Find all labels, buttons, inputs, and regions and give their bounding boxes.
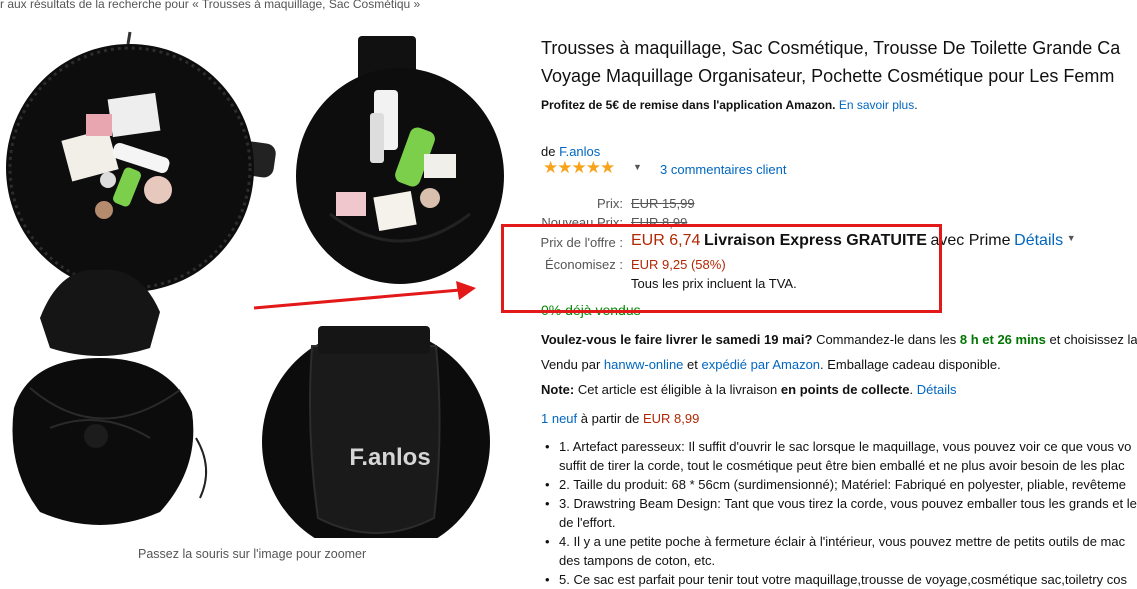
brand-link[interactable]: F.anlos bbox=[559, 144, 600, 159]
bullet-item: 3. Drawstring Beam Design: Tant que vous… bbox=[541, 494, 1137, 513]
star-icon: ★ bbox=[543, 158, 558, 177]
bullet-item-continuation: des tampons de coton, etc. bbox=[559, 553, 716, 568]
star-icon: ★ bbox=[571, 158, 587, 177]
bullet-item: 1. Artefact paresseux: Il suffit d'ouvri… bbox=[541, 437, 1137, 456]
list-price-value: EUR 15,99 bbox=[631, 196, 695, 211]
star-icon: ★ bbox=[600, 158, 615, 177]
seller-link[interactable]: hanww-online bbox=[604, 357, 684, 372]
star-icon: ★ bbox=[557, 158, 572, 177]
brand-byline: de F.anlos bbox=[541, 144, 600, 159]
other-offers: 1 neuf à partir de EUR 8,99 bbox=[541, 411, 699, 426]
caret-down-icon[interactable]: ▼ bbox=[1067, 233, 1076, 243]
seller-info: Vendu par hanww-online et expédié par Am… bbox=[541, 357, 1001, 372]
bullet-item-continuation: suffit de tirer la corde, tout le cosmét… bbox=[559, 458, 1125, 473]
delivery-order-prefix: Commandez-le dans les bbox=[816, 332, 957, 347]
star-rating[interactable]: ★★★★★ bbox=[543, 158, 615, 178]
pickup-bold: en points de collecte bbox=[780, 382, 910, 397]
product-title: Trousses à maquillage, Sac Cosmétique, T… bbox=[541, 34, 1120, 90]
bullet-item: 4. Il y a une petite poche à fermeture é… bbox=[541, 532, 1137, 551]
bag-open-image bbox=[6, 31, 276, 292]
app-promo: Profitez de 5€ de remise dans l'applicat… bbox=[541, 98, 918, 112]
rating-dropdown-icon[interactable]: ▼ bbox=[633, 162, 642, 172]
zoom-hint: Passez la souris sur l'image pour zoomer bbox=[138, 547, 367, 561]
promo-end: . bbox=[914, 98, 918, 112]
offers-from-price: EUR 8,99 bbox=[642, 411, 700, 426]
gift-wrap-note: . Emballage cadeau disponible. bbox=[820, 357, 1001, 372]
pickup-details-link[interactable]: Détails bbox=[917, 382, 957, 397]
pickup-note: Note: Cet article est éligible à la livr… bbox=[541, 382, 957, 397]
bullet-item: 2. Taille du produit: 68 * 56cm (surdime… bbox=[541, 475, 1137, 494]
pickup-note-label: Note: bbox=[541, 382, 575, 397]
bullet-item: 5. Ce sac est parfait pour tenir tout vo… bbox=[541, 570, 1137, 589]
feature-bullets: 1. Artefact paresseux: Il suffit d'ouvri… bbox=[541, 437, 1137, 589]
delivery-info: Voulez-vous le faire livrer le samedi 19… bbox=[541, 332, 1137, 347]
breadcrumb[interactable]: r aux résultats de la recherche pour « T… bbox=[0, 0, 420, 11]
prime-details-link[interactable]: Détails bbox=[1014, 232, 1063, 249]
promo-learn-more-link[interactable]: En savoir plus bbox=[839, 98, 914, 112]
seller-and: et bbox=[687, 357, 698, 372]
star-icon: ★ bbox=[585, 158, 601, 177]
list-price-label: Prix: bbox=[597, 196, 623, 211]
offers-from-text: à partir de bbox=[580, 411, 640, 426]
reviews-link[interactable]: 3 commentaires client bbox=[660, 162, 786, 177]
product-title-line2: Voyage Maquillage Organisateur, Pochette… bbox=[541, 66, 1115, 86]
brand-prefix: de bbox=[541, 144, 556, 159]
delivery-order-suffix: et choisissez la bbox=[1049, 332, 1137, 347]
highlight-box bbox=[501, 224, 942, 313]
bag-half-closed-image bbox=[296, 36, 504, 284]
brand-watermark: F.anlos bbox=[349, 444, 430, 471]
bullet-item-continuation: de l'effort. bbox=[559, 515, 616, 530]
pickup-text: Cet article est éligible à la livraison bbox=[577, 382, 778, 397]
offer-prime: avec Prime bbox=[930, 232, 1011, 249]
delivery-countdown: 8 h et 26 mins bbox=[959, 332, 1046, 347]
product-title-line1: Trousses à maquillage, Sac Cosmétique, T… bbox=[541, 38, 1121, 58]
bag-closed-image: F.anlos bbox=[262, 326, 490, 538]
sold-by-prefix: Vendu par bbox=[541, 357, 601, 372]
shipped-by-amazon-link[interactable]: expédié par Amazon bbox=[702, 357, 821, 372]
promo-text: Profitez de 5€ de remise dans l'applicat… bbox=[541, 98, 836, 112]
bag-drawstring-image bbox=[12, 269, 208, 525]
new-offers-link[interactable]: 1 neuf bbox=[541, 411, 577, 426]
delivery-question: Voulez-vous le faire livrer le samedi 19… bbox=[541, 332, 813, 347]
red-arrow-icon bbox=[253, 281, 476, 310]
